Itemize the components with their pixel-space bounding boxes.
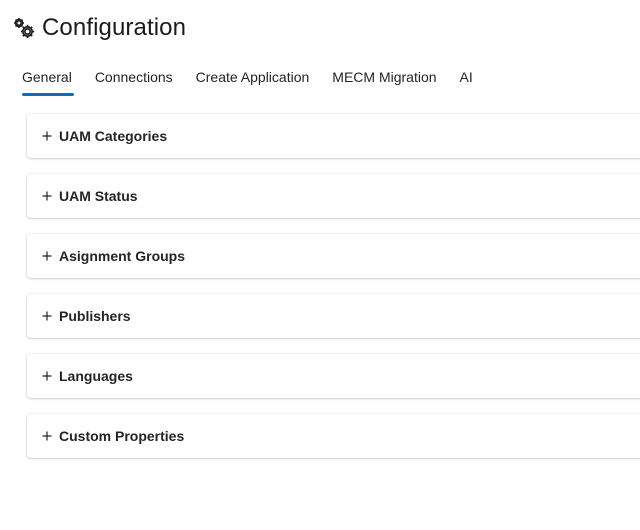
gears-icon bbox=[12, 16, 36, 40]
plus-icon bbox=[41, 130, 53, 142]
tab-connections[interactable]: Connections bbox=[95, 66, 173, 96]
accordion-uam-categories[interactable]: UAM Categories bbox=[27, 114, 640, 158]
accordion-label: Asignment Groups bbox=[59, 248, 186, 264]
accordion-uam-status[interactable]: UAM Status bbox=[27, 174, 640, 218]
accordion-label: UAM Categories bbox=[59, 128, 168, 144]
plus-icon bbox=[41, 430, 53, 442]
accordion-label: Custom Properties bbox=[59, 428, 185, 444]
page-header: Configuration bbox=[12, 12, 186, 44]
accordion-custom-properties[interactable]: Custom Properties bbox=[27, 414, 640, 458]
accordion-label: Publishers bbox=[59, 308, 131, 324]
plus-icon bbox=[41, 190, 53, 202]
accordion-publishers[interactable]: Publishers bbox=[27, 294, 640, 338]
accordion-languages[interactable]: Languages bbox=[27, 354, 640, 398]
plus-icon bbox=[41, 250, 53, 262]
tab-general[interactable]: General bbox=[22, 66, 74, 96]
accordion-label: UAM Status bbox=[59, 188, 138, 204]
tab-bar: General Connections Create Application M… bbox=[22, 66, 496, 96]
configuration-page: Configuration General Connections Create… bbox=[0, 0, 640, 530]
plus-icon bbox=[41, 370, 53, 382]
tab-mecm-migration[interactable]: MECM Migration bbox=[332, 66, 436, 96]
tab-ai[interactable]: AI bbox=[460, 66, 473, 96]
plus-icon bbox=[41, 310, 53, 322]
accordion-assignment-groups[interactable]: Asignment Groups bbox=[27, 234, 640, 278]
accordion-list: UAM Categories UAM Status Asignment Grou… bbox=[27, 114, 640, 474]
accordion-label: Languages bbox=[59, 368, 133, 384]
tab-create-application[interactable]: Create Application bbox=[196, 66, 310, 96]
page-title: Configuration bbox=[42, 14, 187, 41]
